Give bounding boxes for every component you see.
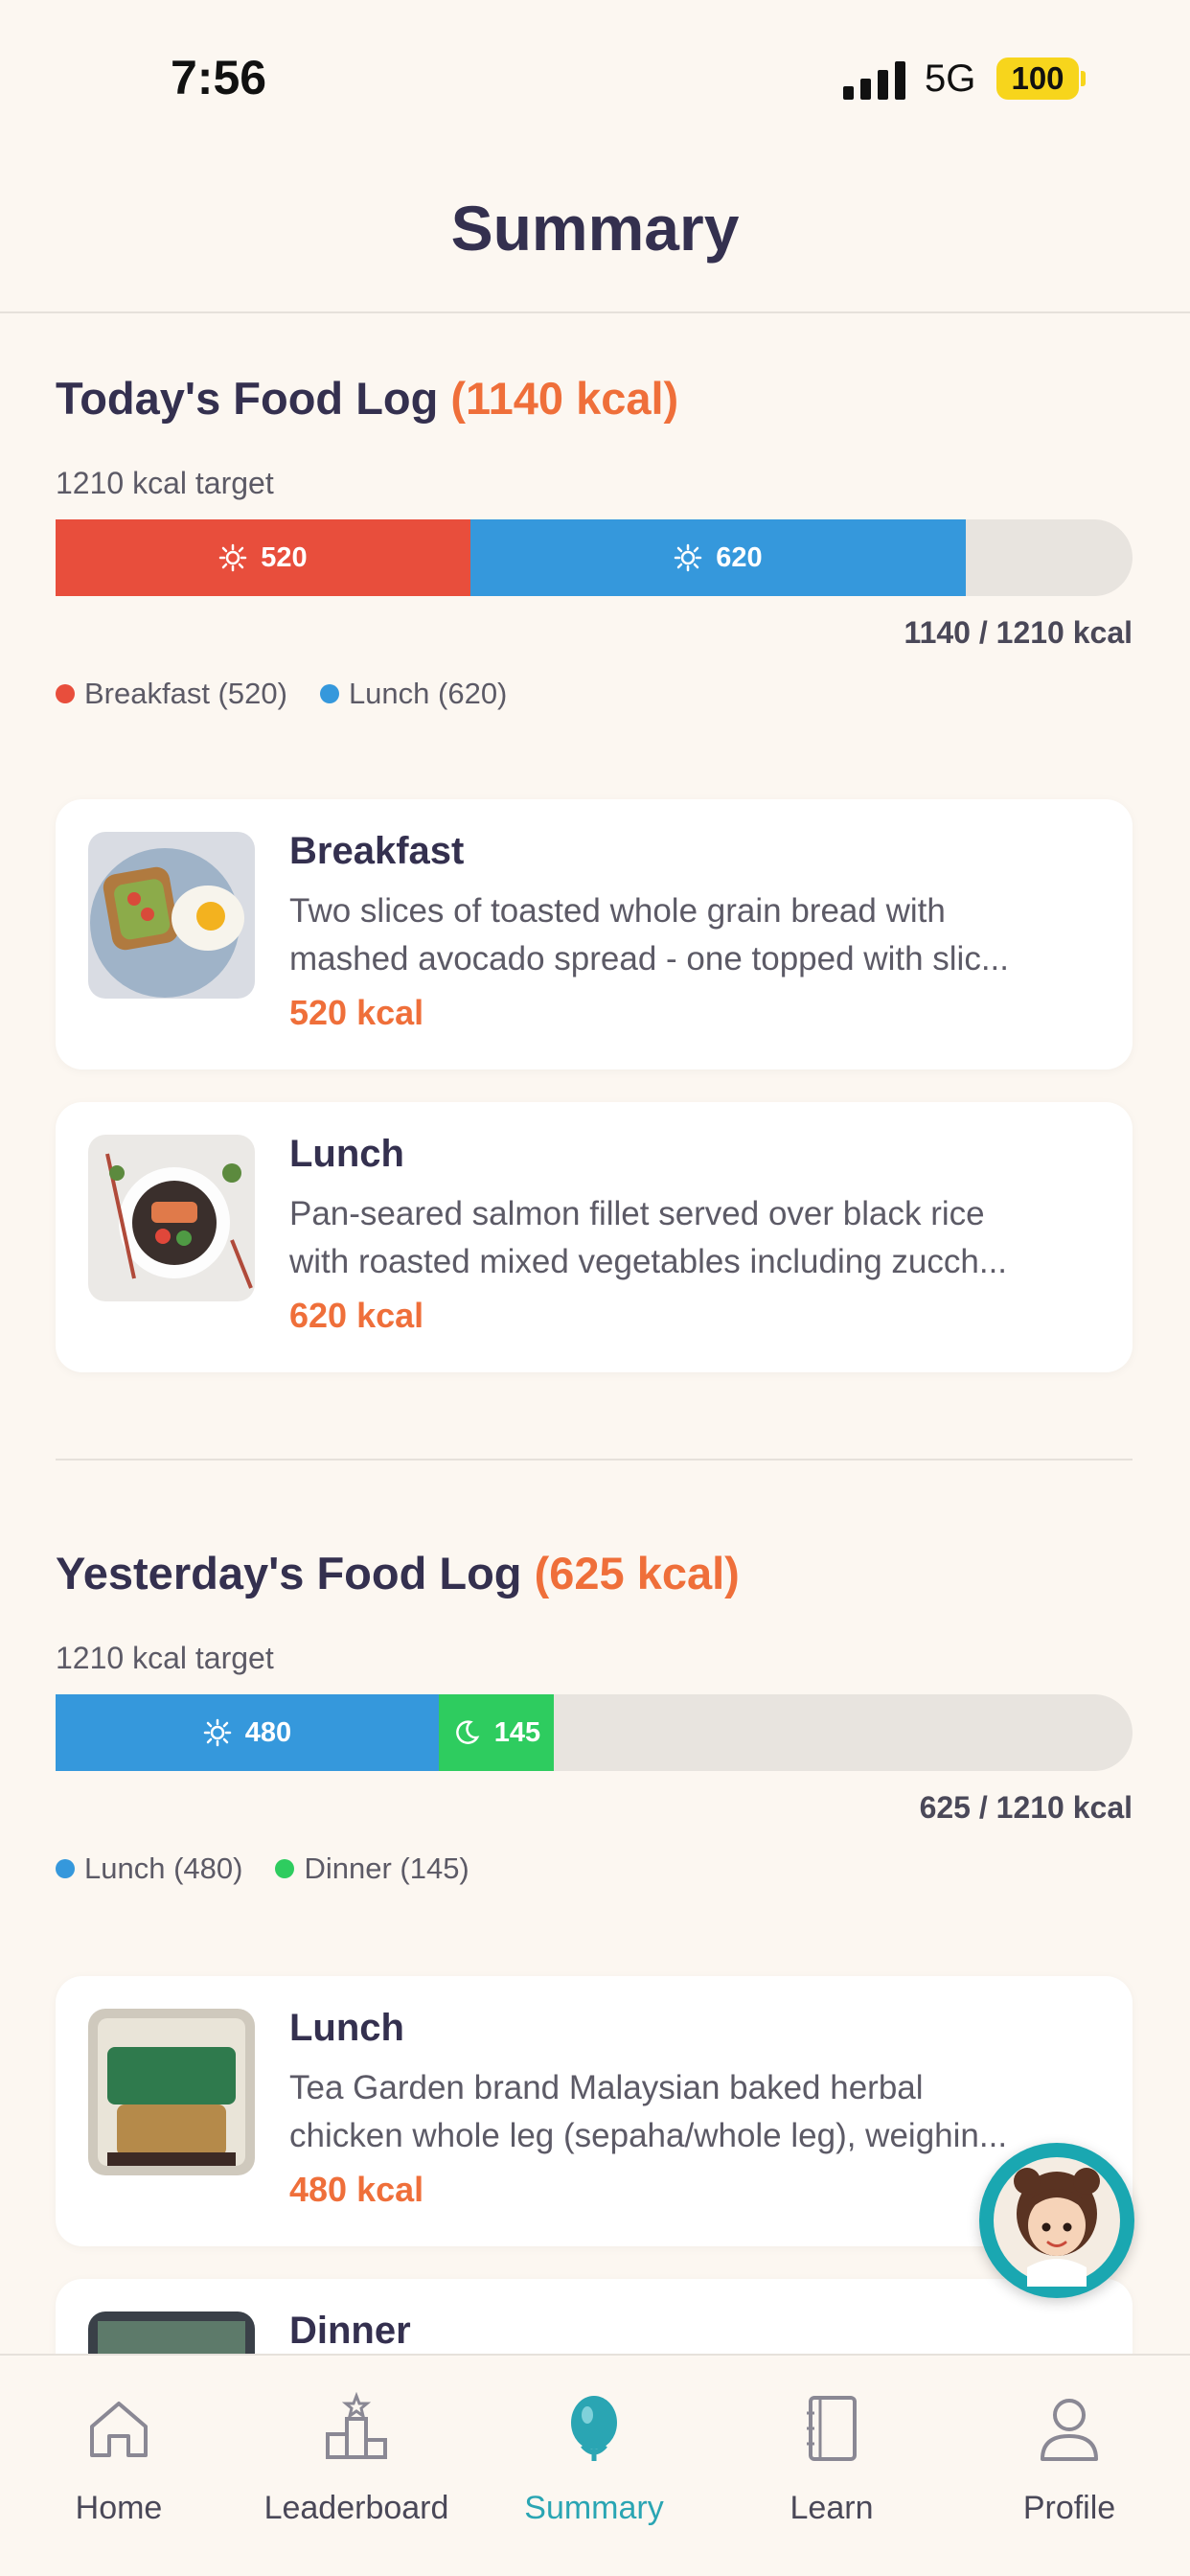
- summary-icon: [571, 2396, 617, 2461]
- yesterday-title-text: Yesterday's Food Log: [56, 1548, 522, 1598]
- meal-description: Pan-seared salmon fillet served over bla…: [289, 1190, 1104, 1286]
- sun-icon: [675, 543, 702, 572]
- yesterday-target-label: 1210 kcal target: [56, 1641, 274, 1675]
- battery-icon: 100: [996, 58, 1079, 100]
- legend-item-breakfast: Breakfast (520): [56, 677, 287, 711]
- legend-label: Lunch (620): [348, 677, 508, 710]
- yesterday-total-kcal: (625 kcal): [534, 1548, 740, 1598]
- tab-label: Leaderboard: [263, 2490, 449, 2526]
- meal-description-line: Two slices of toasted whole grain bread …: [289, 892, 946, 930]
- today-total-kcal: (1140 kcal): [450, 373, 679, 424]
- meal-kcal: 620 kcal: [289, 1296, 424, 1335]
- meal-card-lunch[interactable]: Lunch Pan-seared salmon fillet served ov…: [56, 1102, 1133, 1372]
- today-bar-value-lunch: 620: [716, 541, 763, 573]
- status-bar: 7:56 5G 100: [0, 0, 1190, 153]
- meal-card-breakfast[interactable]: Breakfast Two slices of toasted whole gr…: [56, 799, 1133, 1070]
- today-legend: Breakfast (520) Lunch (620): [56, 677, 507, 711]
- legend-label: Lunch (480): [84, 1852, 243, 1885]
- meal-photo-lunch: [88, 1135, 255, 1301]
- tab-home[interactable]: Home: [0, 2356, 238, 2576]
- signal-icon: [843, 59, 906, 100]
- profile-icon: [1041, 2399, 1098, 2461]
- legend-item-lunch: Lunch (620): [319, 677, 508, 711]
- meal-card-lunch-yesterday[interactable]: Lunch Tea Garden brand Malaysian baked h…: [56, 1976, 1133, 2246]
- legend-dot: [56, 1859, 75, 1878]
- today-title: Today's Food Log (1140 kcal): [56, 372, 1133, 425]
- section-divider: [56, 1459, 1133, 1460]
- tab-learn[interactable]: Learn: [713, 2356, 950, 2576]
- today-title-text: Today's Food Log: [56, 373, 439, 424]
- meal-description-line: with roasted mixed vegetables including …: [289, 1243, 1008, 1280]
- meal-description: Two slices of toasted whole grain bread …: [289, 887, 1104, 983]
- yesterday-title: Yesterday's Food Log (625 kcal): [56, 1547, 1133, 1599]
- yesterday-bar-value-lunch: 480: [244, 1716, 292, 1748]
- yesterday-section: Yesterday's Food Log (625 kcal) 1210 kca…: [56, 1547, 1133, 1911]
- header-divider: [0, 311, 1190, 313]
- meal-name: Breakfast: [289, 830, 465, 872]
- meal-description-line: Tea Garden brand Malaysian baked herbal: [289, 2069, 924, 2106]
- today-bar-segment-lunch: 620: [470, 519, 966, 596]
- yesterday-bar-segment-dinner: 145: [439, 1694, 554, 1771]
- legend-item-lunch: Lunch (480): [56, 1852, 242, 1886]
- yesterday-bar-segment-lunch: 480: [56, 1694, 439, 1771]
- tab-label: Learn: [790, 2490, 874, 2526]
- status-time: 7:56: [171, 51, 267, 104]
- legend-label: Breakfast (520): [84, 677, 287, 710]
- sunrise-icon: [219, 543, 247, 572]
- home-icon: [90, 2402, 148, 2457]
- tab-profile[interactable]: Profile: [950, 2356, 1188, 2576]
- battery-tip: [1081, 71, 1086, 86]
- legend-item-dinner: Dinner (145): [275, 1852, 469, 1886]
- today-bar-value-breakfast: 520: [261, 541, 308, 573]
- leaderboard-icon: [326, 2391, 387, 2459]
- tab-leaderboard[interactable]: Leaderboard: [238, 2356, 475, 2576]
- meal-photo-breakfast: [88, 832, 255, 999]
- today-target-label: 1210 kcal target: [56, 466, 274, 500]
- today-total-text: 1140 / 1210 kcal: [904, 615, 1133, 650]
- tab-label: Home: [75, 2490, 163, 2526]
- meal-name: Lunch: [289, 1133, 404, 1175]
- yesterday-legend: Lunch (480) Dinner (145): [56, 1852, 469, 1886]
- sun-icon: [203, 1718, 232, 1747]
- meal-name: Dinner: [289, 2310, 411, 2352]
- meal-kcal: 480 kcal: [289, 2170, 424, 2209]
- network-label: 5G: [925, 58, 976, 100]
- meal-name: Lunch: [289, 2007, 404, 2049]
- legend-dot: [56, 684, 75, 703]
- yesterday-bar-value-dinner: 145: [493, 1716, 541, 1748]
- yesterday-total-text: 625 / 1210 kcal: [919, 1790, 1133, 1825]
- legend-dot: [319, 684, 339, 703]
- tab-label: Summary: [524, 2490, 664, 2526]
- tab-label: Profile: [1022, 2490, 1116, 2526]
- yesterday-progress-bar: 480 145: [56, 1694, 1133, 1771]
- today-bar-segment-breakfast: 520: [56, 519, 470, 596]
- meal-description-line: Pan-seared salmon fillet served over bla…: [289, 1195, 985, 1232]
- assistant-avatar-button[interactable]: [979, 2143, 1134, 2298]
- moon-icon: [455, 1720, 480, 1744]
- bottom-tab-bar: Home Leaderboard Summary Learn Profile: [0, 2354, 1190, 2576]
- book-icon: [807, 2396, 857, 2461]
- legend-dot: [275, 1859, 295, 1878]
- today-progress-bar: 520 620: [56, 519, 1133, 596]
- meal-description-line: mashed avocado spread - one topped with …: [289, 940, 1009, 978]
- legend-label: Dinner (145): [304, 1852, 469, 1885]
- tab-summary[interactable]: Summary: [475, 2356, 713, 2576]
- meal-kcal: 520 kcal: [289, 993, 424, 1032]
- assistant-avatar-icon: [994, 2157, 1120, 2287]
- meal-photo-lunch-yesterday: [88, 2009, 255, 2175]
- page-title: Summary: [450, 193, 740, 264]
- today-section: Today's Food Log (1140 kcal) 1210 kcal t…: [56, 372, 1133, 736]
